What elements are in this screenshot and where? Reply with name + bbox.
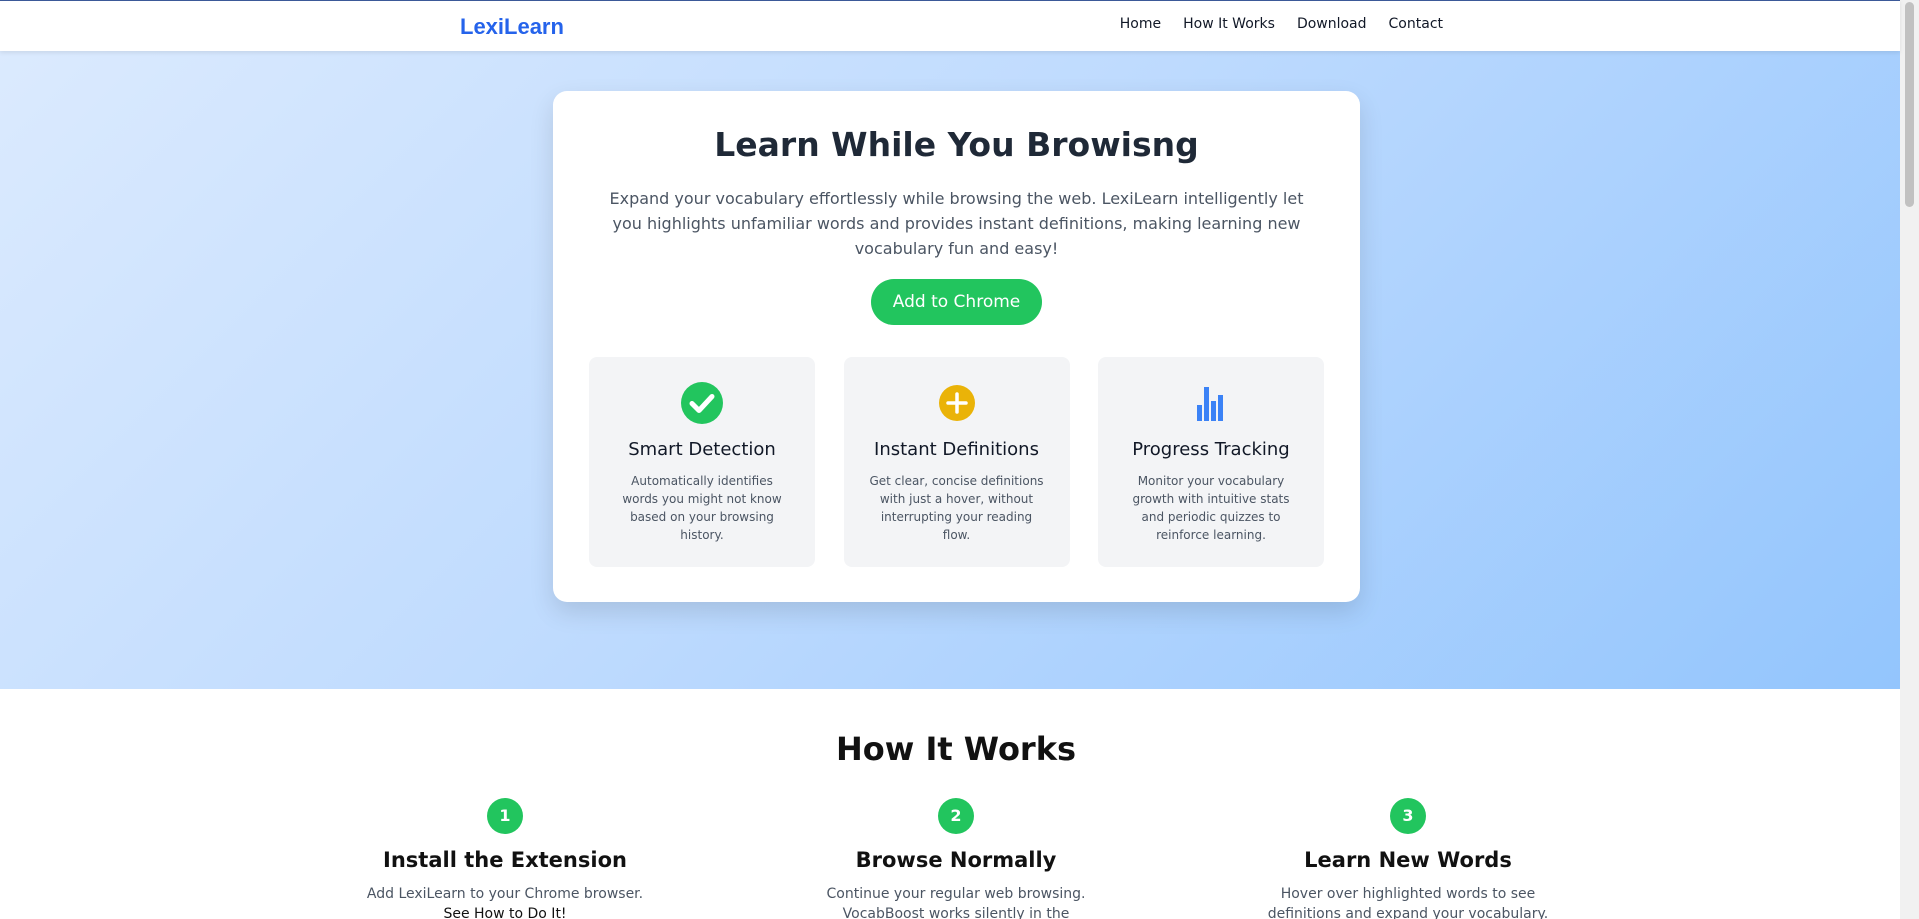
feature-text: Get clear, concise definitions with just… [869,474,1044,542]
hero-section: Learn While You Browisng Expand your voc… [0,51,1900,689]
check-circle-icon [681,382,723,424]
step-title: Install the Extension [383,848,627,872]
add-to-chrome-button[interactable]: Add to Chrome [870,279,1043,325]
step-number-badge: 2 [938,798,974,834]
feature-card: Instant Definitions Get clear, concise d… [843,357,1070,567]
plus-circle-icon [938,385,975,421]
top-navbar: LexiLearn Home How It Works Download Con… [0,0,1900,51]
step-number-badge: 1 [487,798,523,834]
feature-title: Instant Definitions [874,439,1039,460]
how-it-works-title: How It Works [835,730,1077,768]
step-text-body: Add LexiLearn to your Chrome browser. [366,886,644,902]
feature-title: Smart Detection [628,439,776,460]
feature-text: Automatically identifies words you might… [622,474,782,542]
step-item: 3 Learn New Words Hover over highlighted… [1258,798,1558,919]
step-text: Continue your regular web browsing. Voca… [826,886,1086,919]
scrollbar-thumb[interactable] [1905,2,1914,207]
step-item: 2 Browse Normally Continue your regular … [806,798,1106,919]
nav-contact-link[interactable]: Contact [1389,16,1443,32]
feature-text: Monitor your vocabulary growth with intu… [1132,474,1290,542]
see-how-link[interactable]: See How to Do It! [443,906,566,919]
step-number-badge: 3 [1390,798,1426,834]
step-text: Hover over highlighted words to see defi… [1267,886,1549,919]
feature-list: Smart Detection Automatically identifies… [589,357,1324,567]
main-nav: Home How It Works Download Contact [1120,16,1443,32]
step-title: Browse Normally [855,848,1057,872]
step-item: 1 Install the Extension Add LexiLearn to… [355,798,655,919]
feature-card: Progress Tracking Monitor your vocabular… [1098,357,1324,567]
feature-card: Smart Detection Automatically identifies… [589,357,815,567]
hero-description: Expand your vocabulary effortlessly whil… [609,189,1304,258]
step-title: Learn New Words [1304,848,1512,872]
bar-chart-icon [1197,387,1223,421]
logo[interactable]: LexiLearn [460,14,564,40]
nav-how-it-works-link[interactable]: How It Works [1183,16,1275,32]
nav-home-link[interactable]: Home [1120,16,1161,32]
nav-download-link[interactable]: Download [1297,16,1367,32]
page-scrollbar[interactable] [1900,0,1919,919]
hero-card: Learn While You Browisng Expand your voc… [553,91,1360,602]
step-text: Add LexiLearn to your Chrome browser. Se… [355,884,655,919]
how-it-works-section: How It Works 1 Install the Extension Add… [0,689,1900,919]
hero-title: Learn While You Browisng [714,125,1199,164]
feature-title: Progress Tracking [1132,439,1290,460]
